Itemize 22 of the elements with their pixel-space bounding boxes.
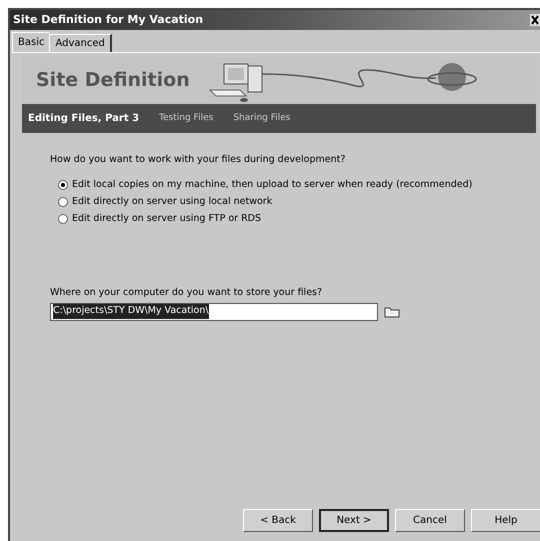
tab[interactable]: Basic bbox=[12, 32, 50, 52]
step-label: Testing Files bbox=[159, 112, 214, 125]
dialog-button[interactable]: Next > bbox=[319, 509, 389, 532]
dialog-button[interactable]: Cancel bbox=[395, 509, 465, 532]
close-icon[interactable] bbox=[530, 14, 540, 26]
folder-question: Where on your computer do you want to store your files? bbox=[50, 286, 324, 300]
question-text: How do you want to work with your files during development? bbox=[50, 153, 346, 167]
banner-title: Site Definition bbox=[36, 68, 191, 94]
dialog-button[interactable]: < Back bbox=[243, 509, 313, 532]
radio-button[interactable] bbox=[58, 214, 68, 224]
folder-path-field[interactable]: C:\projects\STY DW\My Vacation\ bbox=[50, 302, 378, 320]
dialog-button[interactable]: Help bbox=[471, 509, 540, 532]
window-title: Site Definition for My Vacation bbox=[13, 12, 204, 28]
radio-option[interactable]: Edit directly on server using local network bbox=[58, 195, 540, 210]
radio-button[interactable] bbox=[58, 197, 68, 208]
radio-option[interactable]: Edit local copies on my machine, then upload to server when ready (recommended) bbox=[58, 178, 540, 192]
folder-icon[interactable] bbox=[384, 306, 400, 318]
tab[interactable]: Advanced bbox=[49, 34, 112, 52]
step-label: Editing Files, Part 3 bbox=[28, 112, 140, 126]
step-label: Sharing Files bbox=[233, 112, 290, 125]
radio-button[interactable] bbox=[58, 180, 68, 190]
radio-option[interactable]: Edit directly on server using FTP or RDS bbox=[58, 212, 540, 226]
